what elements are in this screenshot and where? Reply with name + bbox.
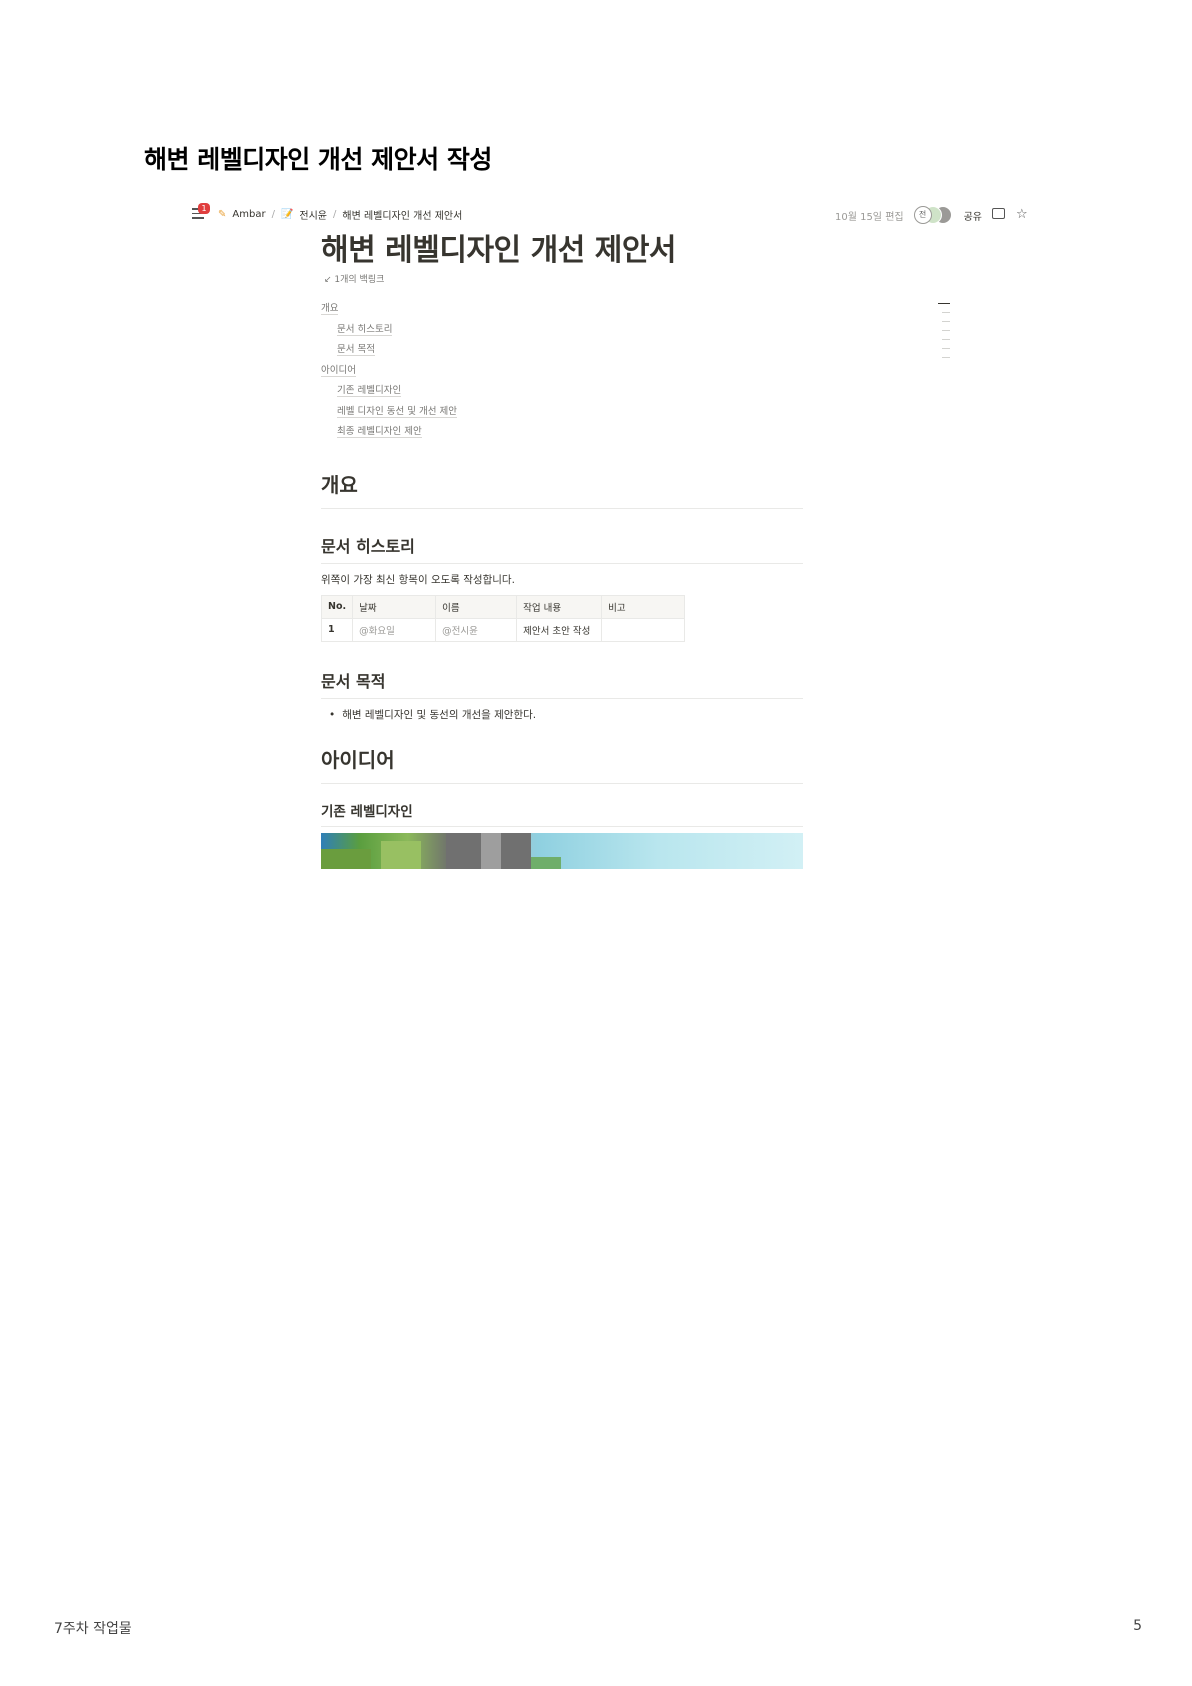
heading-overview: 개요: [321, 469, 803, 509]
level-design-image[interactable]: [321, 832, 803, 869]
notion-screenshot: 1 ✎ Ambar / 📝 전시윤 / 해변 레벨디자인 개선 제안서 10월 …: [170, 196, 1050, 930]
toc-item: 레벨 디자인 동선 및 개선 제안: [337, 405, 457, 418]
breadcrumb: ✎ Ambar / 📝 전시윤 / 해변 레벨디자인 개선 제안서: [218, 207, 463, 222]
backlink[interactable]: ↙ 1개의 백링크: [324, 272, 803, 285]
page-outline-minimap[interactable]: [938, 303, 950, 366]
history-table: No. 날짜 이름 작업 내용 비고 1 @화요일 @전시윤 제안서 초안 작성: [320, 594, 686, 642]
toc-item: 개요: [321, 303, 339, 315]
table-header: No.: [320, 594, 354, 619]
breadcrumb-workspace[interactable]: Ambar: [232, 209, 265, 220]
comment-icon[interactable]: [992, 208, 1006, 222]
toc-item: 문서 히스토리: [337, 323, 393, 336]
topbar-actions: 10월 15일 편집 전 공유 ☆: [835, 206, 1030, 224]
table-header: 날짜: [352, 594, 437, 619]
table-cell[interactable]: @전시윤: [435, 617, 518, 642]
page-number: 5: [1133, 1618, 1142, 1634]
toc-item: 아이디어: [321, 364, 356, 377]
avatar-group[interactable]: 전: [913, 206, 954, 224]
topbar: 1 ✎ Ambar / 📝 전시윤 / 해변 레벨디자인 개선 제안서 10월 …: [180, 203, 1030, 226]
table-of-contents: 개요 문서 히스토리 문서 목적 아이디어 기존 레벨디자인 레벨 디자인 동선…: [321, 299, 803, 443]
heading-purpose: 문서 목적: [321, 668, 803, 699]
toc-item: 기존 레벨디자인: [337, 385, 402, 397]
table-header: 비고: [601, 594, 686, 619]
footer-label: 7주차 작업물: [54, 1621, 132, 1637]
table-cell[interactable]: @화요일: [352, 617, 437, 642]
toc-item: 최종 레벨디자인 제안: [337, 426, 422, 438]
table-cell[interactable]: 제안서 초안 작성: [516, 617, 603, 642]
table-header-row: No. 날짜 이름 작업 내용 비고: [320, 594, 686, 619]
list-item[interactable]: 해변 레벨디자인 및 동선의 개선을 제안한다.: [321, 707, 803, 722]
breadcrumb-page[interactable]: 해변 레벨디자인 개선 제안서: [342, 207, 462, 222]
toc-item: 문서 목적: [337, 344, 375, 356]
heading-idea: 아이디어: [321, 744, 803, 784]
page-title[interactable]: 해변 레벨디자인 개선 제안서: [321, 232, 803, 270]
pencil-icon: ✎: [218, 209, 227, 220]
star-icon[interactable]: ☆: [1016, 208, 1030, 222]
heading-existing-level: 기존 레벨디자인: [321, 800, 803, 827]
share-button[interactable]: 공유: [964, 208, 982, 223]
table-cell[interactable]: 1: [320, 617, 354, 642]
history-note: 위쪽이 가장 최신 항목이 오도록 작성합니다.: [321, 573, 515, 586]
slide-title: 해변 레벨디자인 개선 제안서 작성: [144, 145, 492, 174]
table-cell[interactable]: [601, 617, 686, 642]
notification-badge: 1: [198, 203, 210, 214]
table-row: 1 @화요일 @전시윤 제안서 초안 작성: [320, 617, 686, 642]
avatar: 전: [913, 206, 932, 224]
memo-icon: 📝: [280, 209, 294, 220]
table-header: 작업 내용: [516, 594, 603, 619]
edited-timestamp: 10월 15일 편집: [834, 211, 904, 223]
heading-history: 문서 히스토리: [321, 533, 803, 564]
page-content: 해변 레벨디자인 개선 제안서 ↙ 1개의 백링크 개요 문서 히스토리 문서 …: [320, 232, 803, 869]
breadcrumb-user[interactable]: 전시윤: [299, 207, 327, 222]
table-header: 이름: [435, 594, 518, 619]
